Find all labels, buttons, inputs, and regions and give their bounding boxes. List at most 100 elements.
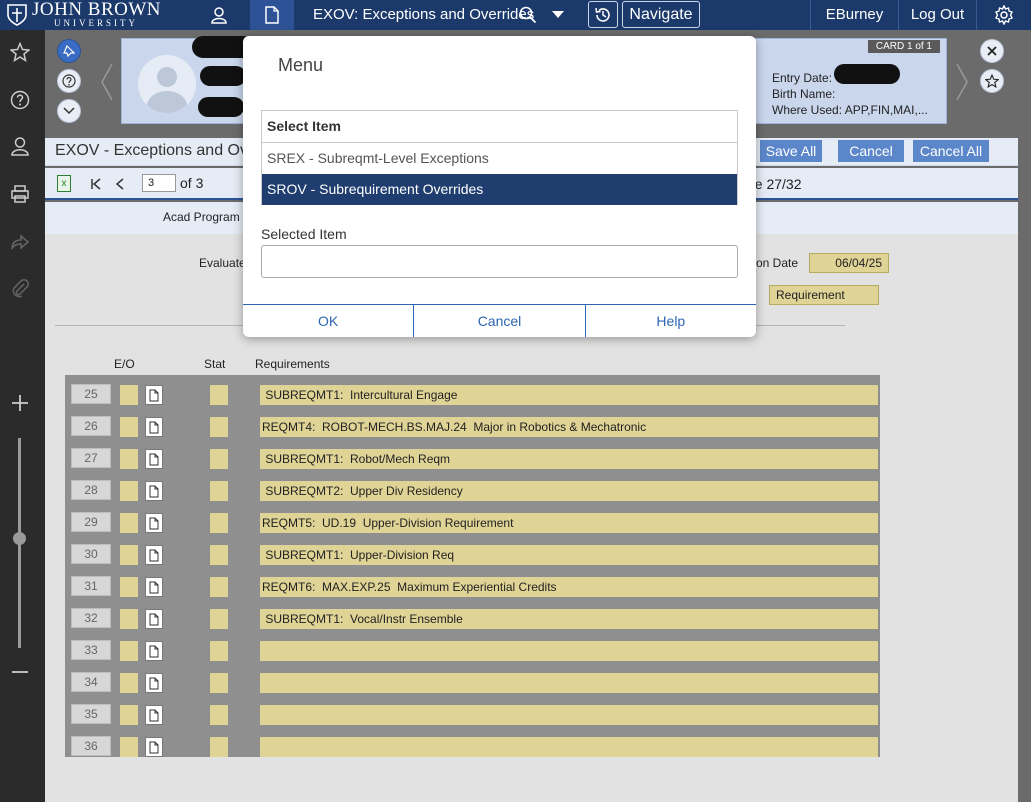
requirement-field[interactable]: SUBREQMT1: Robot/Mech Reqm (260, 449, 878, 469)
previous-record-icon[interactable] (115, 178, 125, 190)
type-field[interactable]: Requirement (769, 285, 879, 305)
eo-field[interactable] (120, 481, 138, 501)
university-logo[interactable]: JOHN BROWN UNIVERSITY (6, 0, 161, 30)
row-number[interactable]: 27 (71, 448, 111, 468)
requirement-field[interactable]: SUBREQMT2: Upper Div Residency (260, 481, 878, 501)
stat-field[interactable] (210, 737, 228, 757)
requirement-field[interactable]: REQMT4: ROBOT-MECH.BS.MAJ.24 Major in Ro… (260, 417, 878, 437)
requirement-field[interactable] (260, 641, 878, 661)
detail-button[interactable] (145, 481, 163, 501)
row-number[interactable]: 35 (71, 704, 111, 724)
eo-field[interactable] (120, 609, 138, 629)
pin-button[interactable] (57, 39, 81, 63)
collapse-button[interactable] (57, 99, 81, 123)
stat-field[interactable] (210, 641, 228, 661)
navigate-button[interactable]: Navigate (622, 1, 700, 28)
requirement-field[interactable]: SUBREQMT1: Vocal/Instr Ensemble (260, 609, 878, 629)
record-number-input[interactable]: 3 (142, 174, 176, 192)
row-number[interactable]: 36 (71, 736, 111, 756)
row-number[interactable]: 26 (71, 416, 111, 436)
eo-field[interactable] (120, 641, 138, 661)
first-record-icon[interactable] (90, 178, 102, 190)
stat-field[interactable] (210, 481, 228, 501)
detail-button[interactable] (145, 737, 163, 757)
stat-field[interactable] (210, 513, 228, 533)
cancel-button[interactable]: Cancel (838, 140, 904, 162)
detail-button[interactable] (145, 609, 163, 629)
help-dialog-button[interactable]: Help (586, 305, 756, 337)
row-number[interactable]: 29 (71, 512, 111, 532)
history-button[interactable] (588, 1, 618, 28)
list-item-srov[interactable]: SROV - Subrequirement Overrides (262, 174, 737, 205)
next-card-icon[interactable] (955, 62, 969, 102)
detail-button[interactable] (145, 673, 163, 693)
eo-field[interactable] (120, 705, 138, 725)
dropdown-button[interactable] (540, 0, 576, 30)
requirement-field[interactable] (260, 705, 878, 725)
eo-field[interactable] (120, 417, 138, 437)
eo-field[interactable] (120, 737, 138, 757)
form-search-button[interactable] (250, 0, 294, 30)
requirement-field[interactable] (260, 737, 878, 757)
detail-button[interactable] (145, 449, 163, 469)
zoom-in-button[interactable] (8, 391, 32, 415)
card-help-button[interactable] (57, 69, 81, 93)
detail-button[interactable] (145, 385, 163, 405)
row-number[interactable]: 30 (71, 544, 111, 564)
requirement-field[interactable]: SUBREQMT1: Upper-Division Req (260, 545, 878, 565)
detail-button[interactable] (145, 705, 163, 725)
requirement-field[interactable]: REQMT6: MAX.EXP.25 Maximum Experiential … (260, 577, 878, 597)
favorites-button[interactable] (8, 40, 32, 64)
stat-field[interactable] (210, 673, 228, 693)
eo-field[interactable] (120, 673, 138, 693)
requirement-field[interactable] (260, 673, 878, 693)
dialog-cancel-button[interactable]: Cancel (414, 305, 586, 337)
detail-button[interactable] (145, 513, 163, 533)
eo-field[interactable] (120, 577, 138, 597)
save-all-button[interactable]: Save All (760, 140, 822, 162)
eo-field[interactable] (120, 545, 138, 565)
date-field[interactable]: 06/04/25 (809, 253, 889, 273)
row-number[interactable]: 25 (71, 384, 111, 404)
cancel-all-button[interactable]: Cancel All (913, 140, 989, 162)
row-number[interactable]: 33 (71, 640, 111, 660)
stat-field[interactable] (210, 577, 228, 597)
previous-card-icon[interactable] (100, 62, 114, 102)
share-button[interactable] (8, 230, 32, 254)
detail-button[interactable] (145, 577, 163, 597)
attachment-button[interactable] (8, 276, 32, 300)
stat-field[interactable] (210, 705, 228, 725)
stat-field[interactable] (210, 449, 228, 469)
stat-field[interactable] (210, 609, 228, 629)
requirement-field[interactable]: SUBREQMT1: Intercultural Engage (260, 385, 878, 405)
favorite-card-button[interactable] (980, 69, 1004, 93)
selected-item-input[interactable] (261, 245, 738, 278)
row-number[interactable]: 32 (71, 608, 111, 628)
close-card-button[interactable] (980, 39, 1004, 63)
person-search-button[interactable] (197, 0, 241, 30)
eo-field[interactable] (120, 449, 138, 469)
stat-field[interactable] (210, 417, 228, 437)
excel-icon[interactable]: x (57, 175, 71, 192)
requirement-field[interactable]: REQMT5: UD.19 Upper-Division Requirement (260, 513, 878, 533)
row-number[interactable]: 31 (71, 576, 111, 596)
detail-button[interactable] (145, 417, 163, 437)
row-number[interactable]: 34 (71, 672, 111, 692)
ok-button[interactable]: OK (243, 305, 415, 337)
logout-button[interactable]: Log Out (898, 0, 976, 30)
print-button[interactable] (8, 182, 32, 206)
help-button[interactable] (8, 88, 32, 112)
zoom-out-button[interactable] (8, 660, 32, 684)
zoom-slider-handle[interactable] (13, 532, 26, 545)
eo-field[interactable] (120, 513, 138, 533)
detail-button[interactable] (145, 545, 163, 565)
settings-button[interactable] (976, 0, 1031, 30)
user-menu[interactable]: EBurney (810, 0, 898, 30)
stat-field[interactable] (210, 385, 228, 405)
list-item-srex[interactable]: SREX - Subreqmt-Level Exceptions (262, 143, 737, 174)
row-number[interactable]: 28 (71, 480, 111, 500)
person-button[interactable] (8, 134, 32, 158)
eo-field[interactable] (120, 385, 138, 405)
stat-field[interactable] (210, 545, 228, 565)
detail-button[interactable] (145, 641, 163, 661)
